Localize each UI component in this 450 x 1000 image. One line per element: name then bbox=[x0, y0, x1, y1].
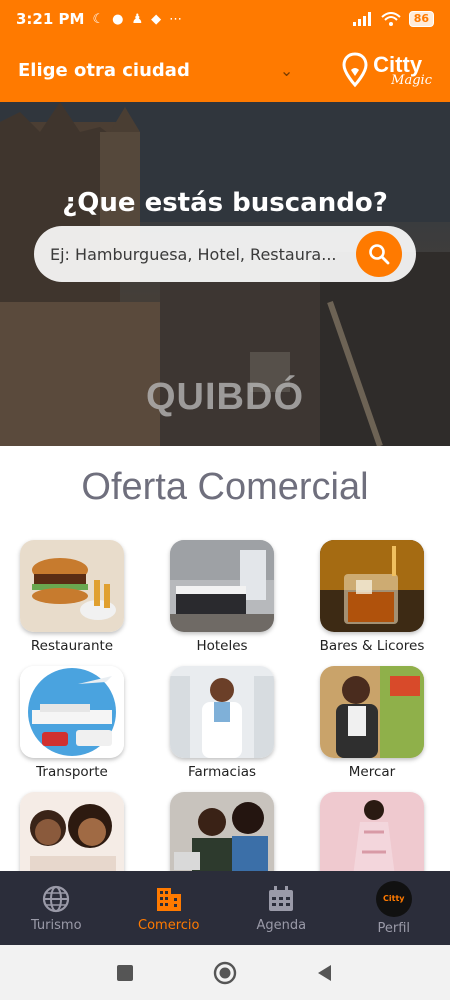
nav-perfil[interactable]: Citty Perfil bbox=[338, 871, 450, 945]
category-transporte[interactable]: Transporte bbox=[20, 666, 124, 780]
category-label: Farmacias bbox=[187, 764, 256, 780]
search-icon bbox=[369, 244, 390, 265]
search-bar bbox=[34, 226, 416, 282]
globe-icon bbox=[43, 885, 70, 912]
system-navigation-bar bbox=[0, 945, 450, 1000]
hero-banner: ¿Que estás buscando? QUIBDÓ bbox=[0, 102, 450, 446]
app-header: Elige otra ciudad ⌄ Citty Magic bbox=[0, 38, 450, 102]
chat-icon: ● bbox=[112, 11, 124, 27]
app-screen: 3:21 PM ☾ ● ♟ ◆ ⋯ 86 Elige otra ciudad ⌄… bbox=[0, 0, 450, 1000]
category-label: Mercar bbox=[348, 764, 396, 780]
search-button[interactable] bbox=[356, 231, 402, 277]
search-input[interactable] bbox=[50, 244, 340, 264]
triangle-back-icon bbox=[318, 964, 331, 981]
category-hoteles[interactable]: Hoteles bbox=[170, 540, 274, 654]
brand-subtitle: Magic bbox=[391, 72, 432, 88]
chevron-down-icon[interactable]: ⌄ bbox=[280, 61, 293, 80]
category-label: Transporte bbox=[36, 764, 108, 780]
building-icon bbox=[156, 887, 181, 911]
transport-image bbox=[20, 666, 124, 758]
signal-icon bbox=[352, 12, 371, 26]
avatar: Citty bbox=[375, 880, 412, 917]
hotel-image bbox=[170, 540, 274, 632]
status-time: 3:21 PM bbox=[16, 10, 85, 28]
city-select[interactable]: Elige otra ciudad bbox=[18, 60, 190, 81]
nav-turismo[interactable]: Turismo bbox=[0, 871, 113, 945]
square-icon bbox=[117, 964, 133, 981]
market-image bbox=[320, 666, 424, 758]
category-label: Bares & Licores bbox=[319, 638, 425, 654]
category-restaurante[interactable]: Restaurante bbox=[20, 540, 124, 654]
more-icon: ⋯ bbox=[169, 11, 183, 27]
brand-logo: Citty Magic bbox=[341, 52, 432, 88]
city-name-watermark: QUIBDÓ bbox=[146, 376, 304, 418]
category-label: Hoteles bbox=[196, 638, 248, 654]
category-label: Restaurante bbox=[30, 638, 114, 654]
section-title: Oferta Comercial bbox=[81, 466, 369, 508]
home-button[interactable] bbox=[210, 958, 240, 988]
pharmacy-image bbox=[170, 666, 274, 758]
nav-label: Turismo bbox=[30, 917, 82, 933]
restaurant-image bbox=[20, 540, 124, 632]
nav-label: Comercio bbox=[138, 917, 200, 933]
system-indicators: 86 bbox=[352, 11, 434, 27]
person-icon: ♟ bbox=[131, 11, 144, 27]
notification-icons: ☾ ● ♟ ◆ ⋯ bbox=[92, 12, 182, 27]
bottom-navigation: Turismo Comercio Agenda Citty Perfil bbox=[0, 871, 450, 945]
app-icon: ◆ bbox=[151, 11, 162, 27]
category-mercar[interactable]: Mercar bbox=[320, 666, 424, 780]
wifi-icon bbox=[381, 12, 401, 26]
circle-icon bbox=[213, 961, 237, 984]
location-pin-icon bbox=[342, 52, 368, 88]
calendar-icon bbox=[269, 885, 294, 911]
nav-agenda[interactable]: Agenda bbox=[225, 871, 338, 945]
nav-label: Perfil bbox=[377, 920, 411, 936]
battery-indicator: 86 bbox=[408, 11, 434, 27]
moon-icon: ☾ bbox=[92, 11, 105, 27]
nav-label: Agenda bbox=[256, 917, 307, 933]
recents-button[interactable] bbox=[110, 958, 140, 988]
category-farmacias[interactable]: Farmacias bbox=[170, 666, 274, 780]
status-bar: 3:21 PM ☾ ● ♟ ◆ ⋯ 86 bbox=[0, 0, 450, 38]
category-bares-licores[interactable]: Bares & Licores bbox=[320, 540, 424, 654]
hero-title: ¿Que estás buscando? bbox=[62, 188, 388, 218]
bar-image bbox=[320, 540, 424, 632]
nav-comercio[interactable]: Comercio bbox=[113, 871, 226, 945]
back-button[interactable] bbox=[310, 958, 340, 988]
